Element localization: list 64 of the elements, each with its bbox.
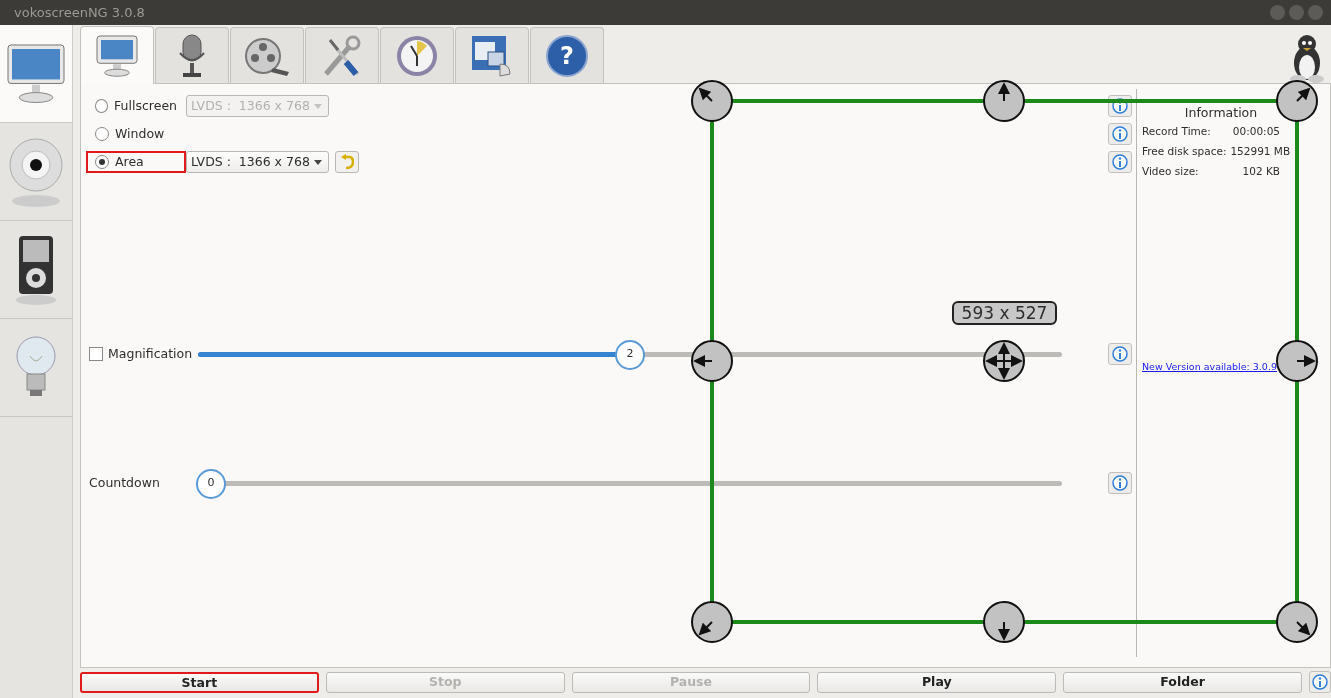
tab[interactable] [455, 27, 529, 83]
windows-icon [470, 33, 514, 78]
radio-label: Window [115, 124, 165, 143]
info-icon [1311, 674, 1328, 690]
radio-button[interactable] [95, 99, 109, 113]
resize-handle[interactable] [983, 80, 1025, 122]
tab[interactable] [80, 26, 154, 84]
info-value: 102 KB [1242, 164, 1280, 179]
radio-label: Area [115, 152, 144, 171]
help-symbol: ? [560, 43, 574, 68]
info-icon [1112, 126, 1128, 142]
move-handle[interactable] [983, 340, 1025, 382]
webcam-icon [6, 136, 66, 207]
tab[interactable]: ? [530, 27, 604, 83]
info-icon [1112, 475, 1128, 491]
info-label: Free disk space: [1142, 144, 1227, 159]
tab[interactable] [380, 27, 454, 83]
resize-handle[interactable] [691, 340, 733, 382]
resize-handle[interactable] [691, 601, 733, 643]
action-button[interactable]: Folder [1063, 671, 1302, 693]
size-label: 593 x 527 [952, 301, 1057, 325]
monitor-icon [6, 42, 66, 105]
resize-handle[interactable] [1276, 340, 1318, 382]
radio-button[interactable] [95, 155, 109, 169]
resize-handle[interactable] [1276, 80, 1318, 122]
caret-icon [314, 159, 322, 165]
monitor-icon [95, 33, 139, 78]
info-button[interactable] [1108, 151, 1132, 173]
slider-label: Countdown [88, 473, 161, 492]
tab[interactable] [305, 27, 379, 83]
tab[interactable] [230, 27, 304, 83]
info-button[interactable] [1108, 123, 1132, 145]
help-circle-icon [545, 33, 589, 78]
info-icon [1112, 346, 1128, 362]
update-link[interactable]: New Version available: 3.0.9 [1142, 360, 1277, 375]
action-button[interactable]: Start [80, 671, 319, 693]
resize-handle[interactable] [983, 601, 1025, 643]
action-button[interactable]: Play [817, 671, 1057, 693]
window-title: vokoscreenNG 3.0.8 [14, 4, 145, 22]
slider-label: Magnification [108, 344, 194, 363]
info-button[interactable] [1309, 671, 1331, 693]
info-value: 00:00:05 [1232, 124, 1280, 139]
checkbox[interactable] [89, 347, 103, 361]
clock-icon [395, 33, 439, 78]
info-icon [1112, 154, 1128, 170]
info-value: 152991 MB [1230, 144, 1291, 159]
tab[interactable] [155, 27, 229, 83]
screen-dropdown[interactable]: LVDS : 1366 x 768 [186, 151, 329, 173]
info-button[interactable] [1108, 472, 1132, 494]
resize-handle[interactable] [691, 80, 733, 122]
info-button[interactable] [1108, 343, 1132, 365]
film-reel-icon [243, 35, 291, 76]
radio-button[interactable] [95, 127, 109, 141]
info-label: Video size: [1142, 164, 1199, 179]
info-label: Record Time: [1142, 124, 1211, 139]
caret-icon [314, 103, 322, 109]
microphone-icon [177, 32, 207, 79]
slider-handle[interactable]: 0 [196, 468, 226, 499]
panel-title: Information [1183, 104, 1259, 122]
undo-arrow-icon [340, 154, 354, 170]
info-icon [1112, 98, 1128, 114]
resize-handle[interactable] [1276, 601, 1318, 643]
radio-label: Fullscreen [114, 96, 177, 115]
slider-handle[interactable]: 2 [615, 339, 645, 370]
